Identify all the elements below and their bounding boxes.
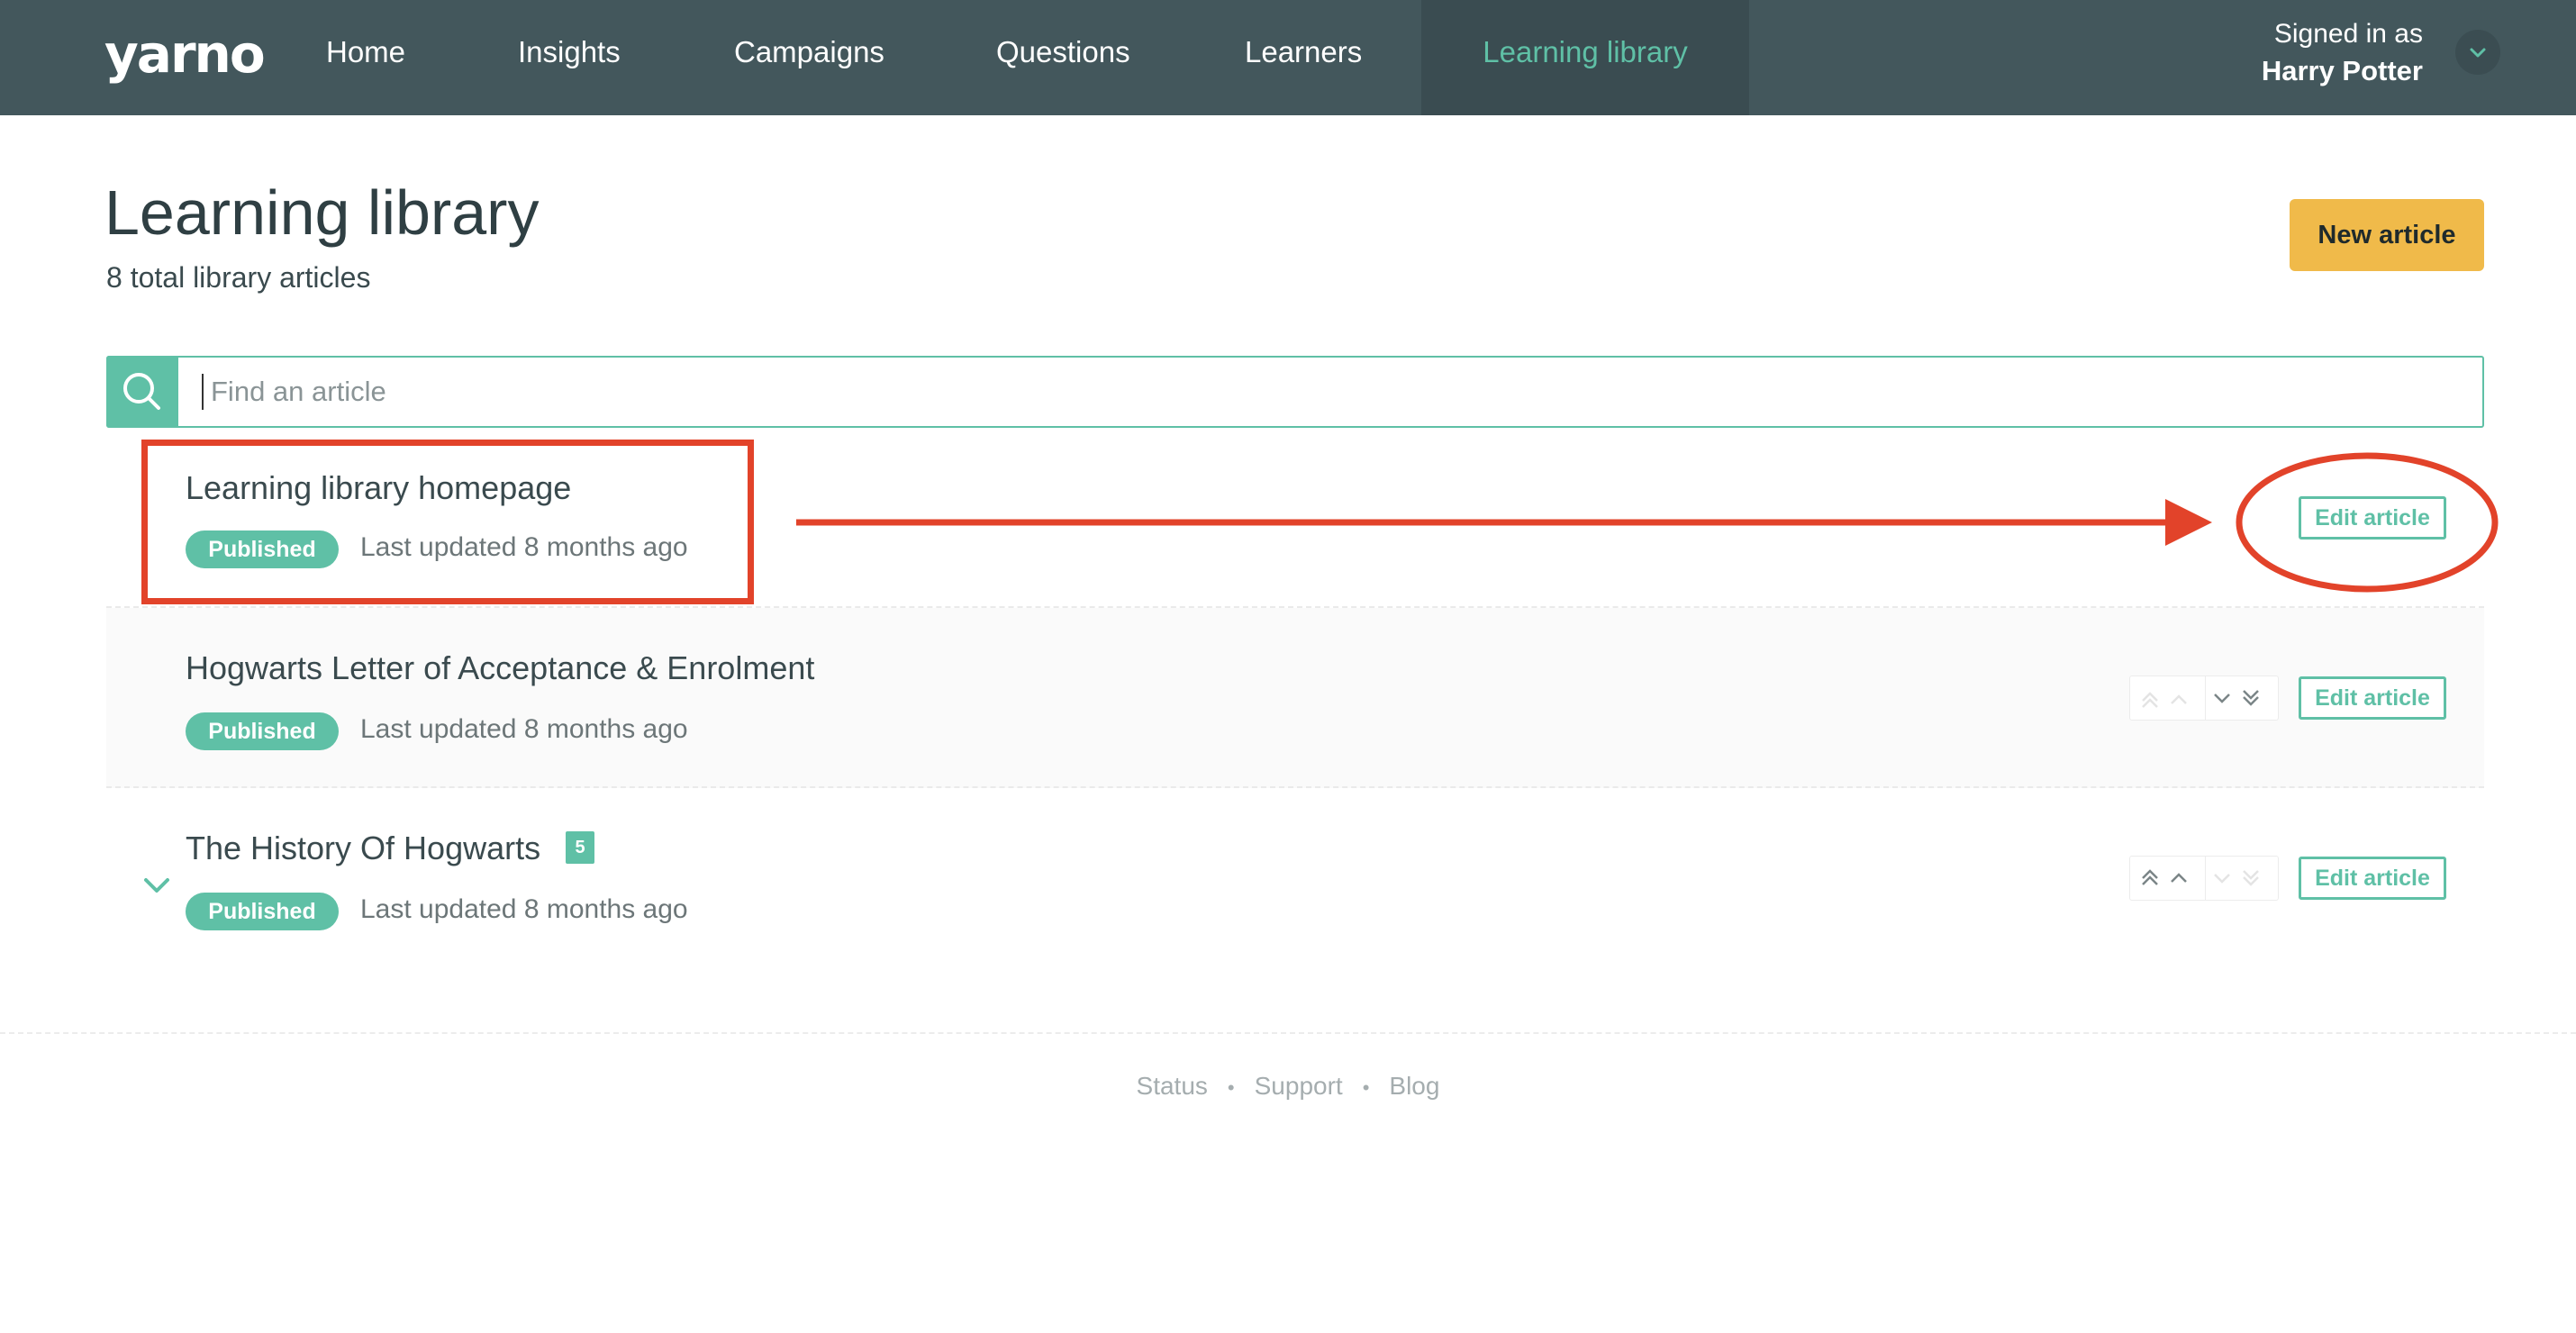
last-updated: Last updated 8 months ago	[360, 714, 688, 744]
nav-item-questions[interactable]: Questions	[996, 0, 1130, 115]
yarno-logo[interactable]: yarno	[104, 23, 266, 85]
article-count: 8 total library articles	[106, 261, 371, 294]
move-to-bottom-icon	[2214, 690, 2259, 706]
move-to-top-icon	[2142, 869, 2187, 885]
edit-article-button[interactable]: Edit article	[2299, 857, 2446, 900]
footer-link-support[interactable]: Support	[1255, 1072, 1343, 1101]
user-name: Harry Potter	[2261, 55, 2423, 86]
article-row: Hogwarts Letter of Acceptance & Enrolmen…	[106, 608, 2484, 788]
search-icon	[123, 373, 160, 410]
article-title[interactable]: The History Of Hogwarts	[186, 830, 540, 867]
move-up-group[interactable]	[2130, 676, 2204, 720]
nav-item-campaigns[interactable]: Campaigns	[734, 0, 884, 115]
expand-chevron-icon[interactable]	[130, 867, 184, 903]
move-down-group[interactable]	[2205, 857, 2279, 900]
last-updated: Last updated 8 months ago	[360, 894, 688, 924]
footer-link-blog[interactable]: Blog	[1389, 1072, 1439, 1101]
nav-item-home[interactable]: Home	[326, 0, 405, 115]
article-title[interactable]: Hogwarts Letter of Acceptance & Enrolmen…	[186, 649, 814, 687]
account-menu-button[interactable]	[2455, 30, 2500, 75]
chevron-down-icon	[2470, 48, 2486, 58]
move-to-top-icon	[2142, 692, 2187, 708]
search-input[interactable]	[202, 374, 2454, 410]
search-bar	[106, 356, 2484, 428]
signed-in-info: Signed in as Harry Potter	[2262, 16, 2423, 90]
footer-link-status[interactable]: Status	[1137, 1072, 1208, 1101]
footer: Status • Support • Blog	[0, 1072, 2576, 1101]
move-up-group[interactable]	[2130, 857, 2204, 900]
nav-item-learners[interactable]: Learners	[1245, 0, 1362, 115]
page-title: Learning library	[104, 177, 540, 248]
move-down-group[interactable]	[2205, 676, 2279, 720]
reorder-controls	[2129, 856, 2279, 901]
footer-separator: •	[1362, 1076, 1370, 1099]
article-row: The History Of Hogwarts 5 Published Last…	[106, 788, 2484, 968]
footer-separator: •	[1227, 1076, 1235, 1099]
annotation-highlight-box	[141, 440, 754, 604]
status-badge: Published	[186, 893, 339, 930]
signed-in-label: Signed in as	[2273, 19, 2423, 49]
status-badge: Published	[186, 712, 339, 750]
edit-article-button[interactable]: Edit article	[2299, 496, 2446, 540]
edit-article-button[interactable]: Edit article	[2299, 676, 2446, 720]
new-article-button[interactable]: New article	[2290, 199, 2484, 271]
nav-item-insights[interactable]: Insights	[518, 0, 621, 115]
top-nav: yarno Home Insights Campaigns Questions …	[0, 0, 2576, 115]
nav-item-learning-library[interactable]: Learning library	[1421, 0, 1749, 115]
reorder-controls	[2129, 676, 2279, 721]
move-to-bottom-icon	[2214, 870, 2259, 886]
footer-divider	[0, 1032, 2576, 1034]
child-count-badge: 5	[566, 831, 594, 864]
search-button[interactable]	[106, 356, 178, 428]
